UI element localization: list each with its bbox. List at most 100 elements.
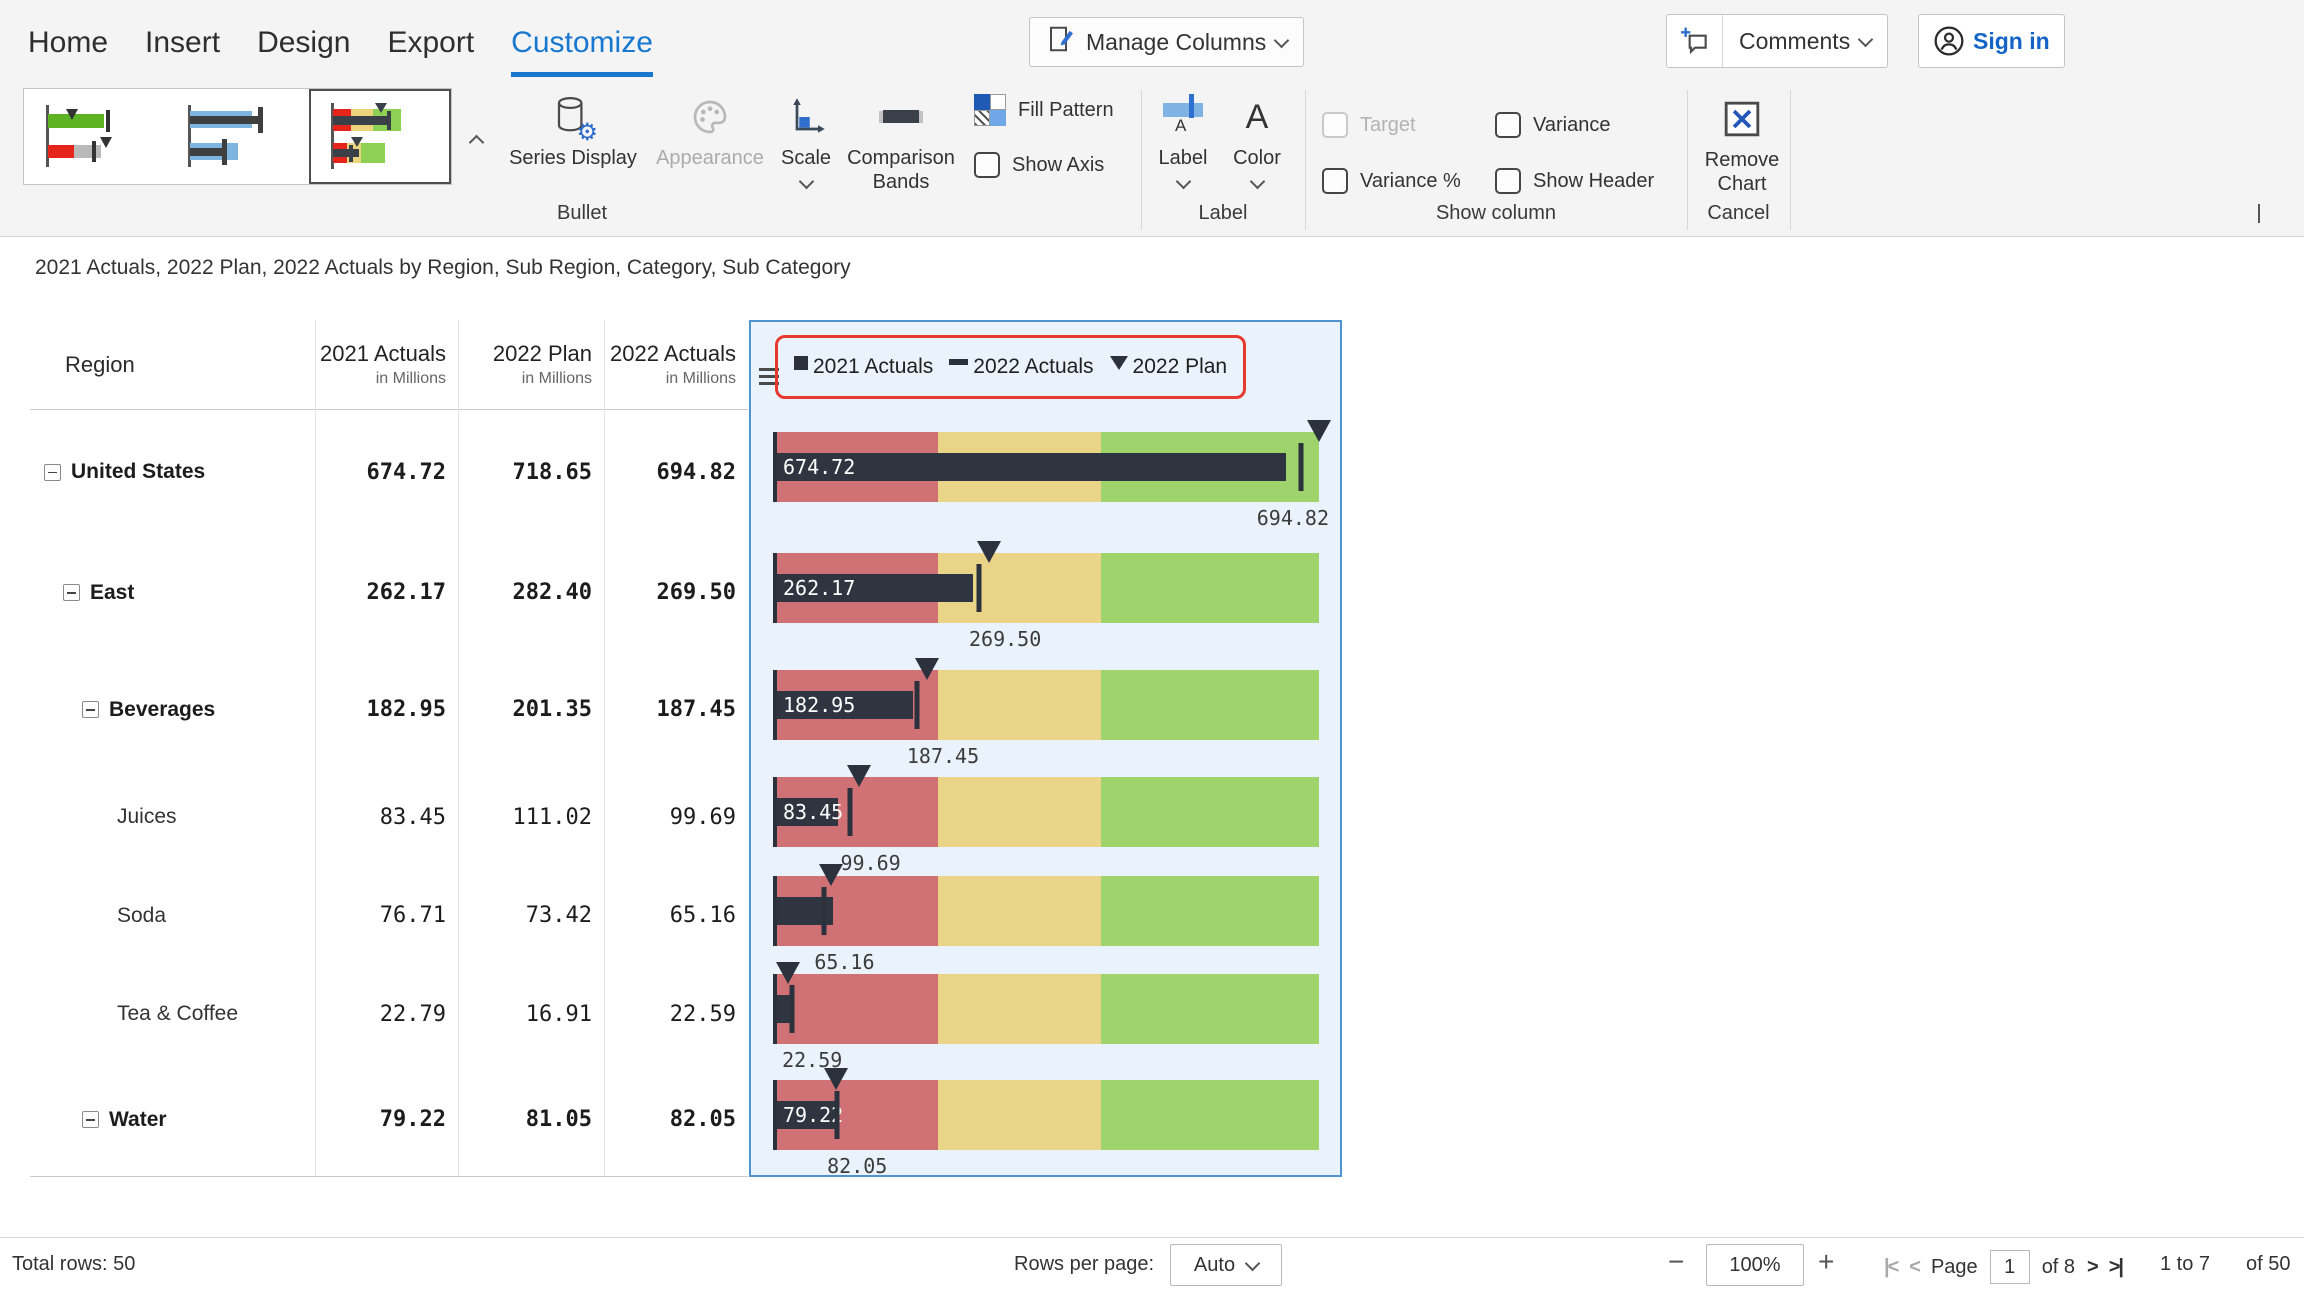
chevron-down-icon — [1245, 1255, 1261, 1271]
rows-per-page-select[interactable]: Auto — [1170, 1244, 1282, 1286]
gallery-collapse-button[interactable] — [460, 118, 492, 160]
label-button[interactable]: A Label — [1152, 92, 1214, 187]
value-cell: 81.05 — [458, 1063, 604, 1176]
next-page-icon[interactable]: > — [2087, 1256, 2097, 1279]
palette-icon — [690, 92, 730, 142]
letter-a-icon: A — [1246, 92, 1269, 142]
menu-insert[interactable]: Insert — [145, 26, 220, 77]
checkbox-icon[interactable] — [974, 152, 1000, 178]
value-cell: 22.59 — [604, 965, 748, 1063]
report-title: 2021 Actuals, 2022 Plan, 2022 Actuals by… — [35, 256, 851, 280]
column-header-region[interactable]: Region — [30, 320, 315, 409]
chevron-down-icon — [1274, 32, 1290, 48]
previous-page-icon[interactable]: < — [1909, 1256, 1919, 1279]
value-cell: 282.40 — [458, 534, 604, 651]
comments-dropdown[interactable]: Comments — [1723, 28, 1887, 55]
bullet-chart-row[interactable]: 182.95187.45 — [751, 653, 1340, 770]
page-of-label: of 8 — [2042, 1256, 2075, 1279]
table-bottom-border — [30, 1176, 748, 1177]
value-cell: 16.91 — [458, 965, 604, 1063]
actual-2022-tick-marker — [822, 887, 827, 935]
bullet-band: 79.2282.05 — [775, 1080, 1319, 1150]
plan-2022-triangle-marker — [1307, 420, 1331, 442]
show-header-checkbox[interactable]: Show Header — [1495, 168, 1654, 194]
value-cell: 111.02 — [458, 768, 604, 866]
chart-legend-highlighted[interactable]: 2021 Actuals 2022 Actuals 2022 Plan — [775, 335, 1246, 399]
series-display-button[interactable]: ⚙ Series Display — [498, 92, 648, 170]
variance-pct-checkbox[interactable]: Variance % — [1322, 168, 1461, 194]
fill-pattern-button[interactable]: Fill Pattern — [974, 94, 1114, 126]
table-row[interactable]: Juices83.45111.0299.69 — [30, 768, 748, 866]
manage-columns-button[interactable]: Manage Columns — [1029, 17, 1304, 67]
rows-per-page-label: Rows per page: — [1014, 1253, 1154, 1276]
column-header-2021-actuals[interactable]: 2021 Actuals in Millions — [315, 320, 458, 409]
bullet-style-thumbnail-2[interactable] — [166, 89, 308, 184]
bullet-style-thumbnail-1[interactable] — [24, 89, 166, 184]
add-comment-button[interactable] — [1667, 15, 1723, 67]
bullet-band: 182.95187.45 — [775, 670, 1319, 740]
collapse-row-button[interactable] — [82, 1111, 99, 1128]
bullet-chart-row[interactable]: 674.72694.82 — [751, 412, 1340, 536]
green-band — [1101, 974, 1319, 1044]
checkbox-icon[interactable] — [1495, 112, 1521, 138]
checkbox-icon[interactable] — [1495, 168, 1521, 194]
sign-in-button[interactable]: Sign in — [1918, 14, 2065, 68]
table-row[interactable]: Tea & Coffee22.7916.9122.59 — [30, 965, 748, 1063]
collapse-row-button[interactable] — [44, 464, 61, 481]
bullet-chart-row[interactable]: 22.59 — [751, 967, 1340, 1065]
table-row[interactable]: Water79.2281.0582.05 — [30, 1063, 748, 1176]
column-header-2022-plan[interactable]: 2022 Plan in Millions — [458, 320, 604, 409]
column-header-2022-actuals[interactable]: 2022 Actuals in Millions — [604, 320, 748, 409]
appearance-button: Appearance — [645, 92, 775, 170]
menu-design[interactable]: Design — [257, 26, 350, 77]
scale-button[interactable]: Scale — [775, 92, 837, 187]
page-number-input[interactable]: 1 — [1990, 1250, 2030, 1284]
menu-export[interactable]: Export — [387, 26, 474, 77]
value-cell: 79.22 — [315, 1063, 458, 1176]
color-button[interactable]: A Color — [1228, 92, 1286, 187]
pager: |< < Page 1 of 8 > >| — [1884, 1250, 2122, 1284]
comparison-bands-button[interactable]: Comparison Bands — [841, 92, 961, 194]
actual-2021-bar: 262.17 — [775, 574, 973, 602]
checkbox-icon[interactable] — [1322, 168, 1348, 194]
menu-home[interactable]: Home — [28, 26, 108, 77]
bullet-band: 22.59 — [775, 974, 1319, 1044]
comments-button-group: Comments — [1666, 14, 1888, 68]
appearance-label: Appearance — [656, 146, 764, 170]
first-page-icon[interactable]: |< — [1884, 1256, 1897, 1279]
chevron-down-icon — [1249, 174, 1265, 190]
bullet-chart-row[interactable]: 262.17269.50 — [751, 536, 1340, 653]
region-label: Water — [109, 1108, 167, 1132]
group-label-show-column: Show column — [1305, 202, 1687, 225]
actual-2021-bar: 83.45 — [775, 798, 838, 826]
collapse-row-button[interactable] — [82, 701, 99, 718]
bullet-chart-row[interactable]: 65.16 — [751, 868, 1340, 967]
region-cell: Soda — [30, 866, 315, 965]
actual-2022-tick-marker — [977, 564, 982, 612]
plan-2022-triangle-marker — [819, 864, 843, 886]
actual-2021-bar: 674.72 — [775, 453, 1286, 481]
bullet-style-thumbnail-3-selected[interactable] — [309, 89, 451, 184]
zoom-in-button[interactable]: + — [1818, 1246, 1834, 1278]
column-divider — [315, 320, 316, 1176]
show-axis-checkbox[interactable]: Show Axis — [974, 152, 1104, 178]
table-row[interactable]: East262.17282.40269.50 — [30, 534, 748, 651]
bullet-chart-row[interactable]: 79.2282.05 — [751, 1065, 1340, 1178]
bullet-chart-panel[interactable]: 2021 Actuals 2022 Actuals 2022 Plan 674.… — [749, 320, 1342, 1177]
ribbon-collapse-button[interactable] — [2258, 204, 2260, 222]
last-page-icon[interactable]: >| — [2109, 1256, 2122, 1279]
table-row[interactable]: Beverages182.95201.35187.45 — [30, 651, 748, 768]
label-label: Label — [1159, 146, 1208, 170]
region-cell: United States — [30, 410, 315, 534]
remove-chart-button[interactable]: Remove Chart — [1690, 94, 1794, 196]
table-row[interactable]: Soda76.7173.4265.16 — [30, 866, 748, 965]
bullet-chart-row[interactable]: 83.4599.69 — [751, 770, 1340, 868]
collapse-row-button[interactable] — [63, 584, 80, 601]
variance-checkbox[interactable]: Variance — [1495, 112, 1610, 138]
zoom-level-box[interactable]: 100% — [1706, 1244, 1804, 1286]
menu-customize[interactable]: Customize — [511, 26, 653, 77]
region-cell: Juices — [30, 768, 315, 866]
axis-line — [773, 553, 777, 623]
zoom-out-button[interactable]: − — [1668, 1246, 1684, 1278]
table-row[interactable]: United States674.72718.65694.82 — [30, 410, 748, 534]
